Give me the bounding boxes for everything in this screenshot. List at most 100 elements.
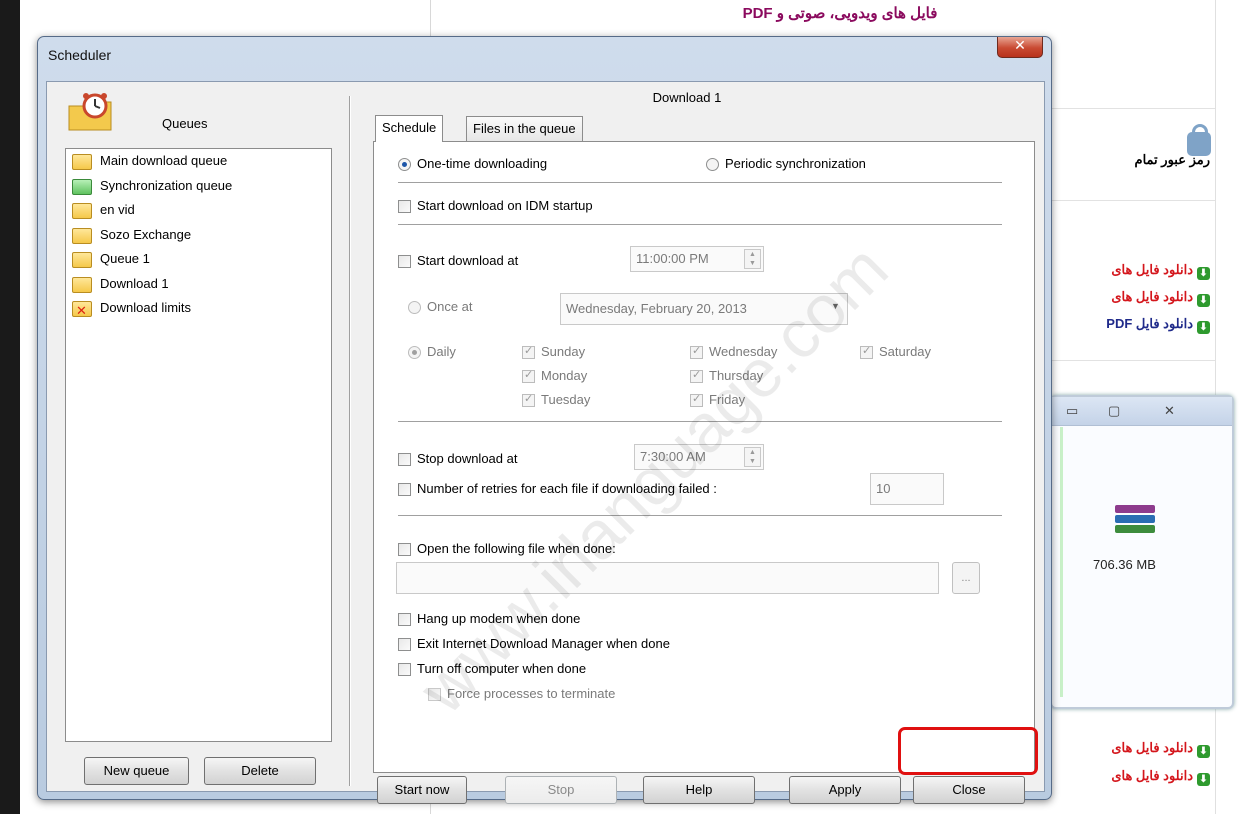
turn-off-checkbox[interactable]: Turn off computer when done xyxy=(398,661,586,676)
download-link[interactable]: ⬇دانلود فایل های xyxy=(1050,768,1210,786)
folder-icon xyxy=(72,252,92,268)
queue-item-download-1[interactable]: Download 1 xyxy=(66,272,331,297)
folder-icon xyxy=(72,276,92,293)
dialog-titlebar[interactable]: Scheduler ✕ xyxy=(38,37,1051,73)
checkbox-checked xyxy=(690,344,703,359)
checkbox-checked xyxy=(690,392,703,407)
scheduler-dialog: Scheduler ✕ Queues Main download queue S… xyxy=(37,36,1052,804)
maximize-icon[interactable]: ▢ xyxy=(1108,403,1120,419)
periodic-label: Periodic synchronization xyxy=(725,156,866,171)
dialog-title: Scheduler xyxy=(48,47,112,63)
retries-label: Number of retries for each file if downl… xyxy=(417,481,717,496)
day-monday-checkbox[interactable]: Monday xyxy=(522,368,587,383)
one-time-radio[interactable]: One-time downloading xyxy=(398,156,547,171)
schedule-tab-panel: One-time downloading Periodic synchroniz… xyxy=(373,141,1035,773)
apply-button[interactable]: Apply xyxy=(789,776,901,804)
stop-at-label: Stop download at xyxy=(417,451,518,466)
queue-item-synchronization[interactable]: Synchronization queue xyxy=(66,174,331,199)
checkbox xyxy=(398,483,411,496)
stop-at-checkbox[interactable]: Stop download at xyxy=(398,451,517,466)
desktop-edge xyxy=(0,0,20,814)
hang-up-checkbox[interactable]: Hang up modem when done xyxy=(398,611,580,626)
dialog-client-area: Queues Main download queue Synchronizati… xyxy=(46,81,1045,804)
queue-item-label: Sozo Exchange xyxy=(100,226,192,242)
browse-button[interactable]: ... xyxy=(952,562,980,594)
time-spinner[interactable]: ▲ ▼ xyxy=(744,447,761,467)
queues-label: Queues xyxy=(162,116,208,131)
once-at-radio[interactable]: Once at xyxy=(408,299,473,314)
separator xyxy=(398,421,1002,423)
delete-queue-button[interactable]: Delete xyxy=(204,757,316,785)
open-file-checkbox[interactable]: Open the following file when done: xyxy=(398,541,616,556)
stop-button[interactable]: Stop xyxy=(505,776,617,804)
queue-item-queue-1[interactable]: Queue 1 xyxy=(66,247,331,272)
scheduler-clock-icon xyxy=(68,93,112,131)
time-spinner[interactable]: ▲ ▼ xyxy=(744,249,761,269)
folder-icon xyxy=(72,227,92,244)
day-tuesday-checkbox[interactable]: Tuesday xyxy=(522,392,590,407)
archive-window: ▭ ▢ ✕ 706.36 MB xyxy=(1050,395,1234,709)
download-link[interactable]: ⬇دانلود فایل PDF xyxy=(1050,316,1210,334)
queue-item-main-download[interactable]: Main download queue xyxy=(66,149,331,174)
download-link[interactable]: ⬇دانلود فایل های xyxy=(1050,740,1210,758)
retries-checkbox[interactable]: Number of retries for each file if downl… xyxy=(398,481,717,496)
exit-idm-checkbox[interactable]: Exit Internet Download Manager when done xyxy=(398,636,670,651)
window-close-button[interactable]: ✕ xyxy=(997,37,1043,58)
queue-item-sozo-exchange[interactable]: Sozo Exchange xyxy=(66,223,331,248)
close-button-highlight xyxy=(898,727,1038,775)
daily-radio[interactable]: Daily xyxy=(408,344,456,359)
start-at-label: Start download at xyxy=(417,253,519,268)
close-icon[interactable]: ✕ xyxy=(1164,403,1175,419)
checkbox xyxy=(398,543,411,556)
queue-item-en-vid[interactable]: en vid xyxy=(66,198,331,223)
tab-schedule[interactable]: Schedule xyxy=(375,115,444,142)
start-on-startup-label: Start download on IDM startup xyxy=(417,198,593,213)
day-friday-checkbox[interactable]: Friday xyxy=(690,392,745,407)
download-arrow-icon: ⬇ xyxy=(1197,745,1210,758)
day-sunday-checkbox[interactable]: Sunday xyxy=(522,344,585,359)
download-link[interactable]: ⬇دانلود فایل های xyxy=(1050,262,1210,280)
separator xyxy=(398,182,1002,184)
day-wednesday-checkbox[interactable]: Wednesday xyxy=(690,344,777,359)
download-arrow-icon: ⬇ xyxy=(1197,294,1210,307)
stop-time-field[interactable]: 7:30:00 AM ▲ ▼ xyxy=(634,444,764,470)
day-thursday-checkbox[interactable]: Thursday xyxy=(690,368,763,383)
checkbox xyxy=(398,613,411,626)
panel-splitter[interactable] xyxy=(349,96,351,786)
day-saturday-checkbox[interactable]: Saturday xyxy=(860,344,931,359)
queue-item-label: Queue 1 xyxy=(100,251,150,266)
start-time-value: 11:00:00 PM xyxy=(636,251,709,266)
start-at-checkbox[interactable]: Start download at xyxy=(398,253,518,268)
retries-value: 10 xyxy=(876,481,891,496)
checkbox-checked xyxy=(690,368,703,383)
queue-item-label: en vid xyxy=(100,202,135,217)
download-link[interactable]: ⬇دانلود فایل های xyxy=(1050,289,1210,307)
force-terminate-checkbox[interactable]: Force processes to terminate xyxy=(428,686,615,701)
sync-folder-icon xyxy=(72,178,92,195)
once-date-picker[interactable]: Wednesday, February 20, 2013 ▼ xyxy=(560,293,848,325)
start-time-field[interactable]: 11:00:00 PM ▲ ▼ xyxy=(630,246,764,272)
start-on-startup-checkbox[interactable]: Start download on IDM startup xyxy=(398,198,593,213)
queue-item-download-limits[interactable]: Download limits xyxy=(66,296,331,324)
one-time-label: One-time downloading xyxy=(417,156,548,171)
stop-time-value: 7:30:00 AM xyxy=(640,449,706,464)
start-now-button[interactable]: Start now xyxy=(377,776,467,804)
open-file-label: Open the following file when done: xyxy=(417,541,616,556)
open-file-path-input[interactable] xyxy=(396,562,939,594)
queue-list[interactable]: Main download queue Synchronization queu… xyxy=(65,148,332,742)
help-button[interactable]: Help xyxy=(643,776,755,804)
radio-selected xyxy=(408,346,421,359)
chevron-down-icon[interactable]: ▼ xyxy=(827,297,844,315)
exit-idm-label: Exit Internet Download Manager when done xyxy=(417,636,670,651)
minimize-icon[interactable]: ▭ xyxy=(1066,403,1078,419)
archive-size: 706.36 MB xyxy=(1093,557,1156,572)
close-button[interactable]: Close xyxy=(913,776,1025,804)
page-divider xyxy=(1050,108,1215,109)
periodic-radio[interactable]: Periodic synchronization xyxy=(706,156,866,171)
checkbox xyxy=(398,663,411,676)
tab-files-in-queue[interactable]: Files in the queue xyxy=(466,116,583,141)
retries-field[interactable]: 10 xyxy=(870,473,944,505)
new-queue-button[interactable]: New queue xyxy=(84,757,189,785)
page-header-link[interactable]: فایل های ویدویی، صوتی و PDF xyxy=(690,4,990,22)
download-arrow-icon: ⬇ xyxy=(1197,267,1210,280)
